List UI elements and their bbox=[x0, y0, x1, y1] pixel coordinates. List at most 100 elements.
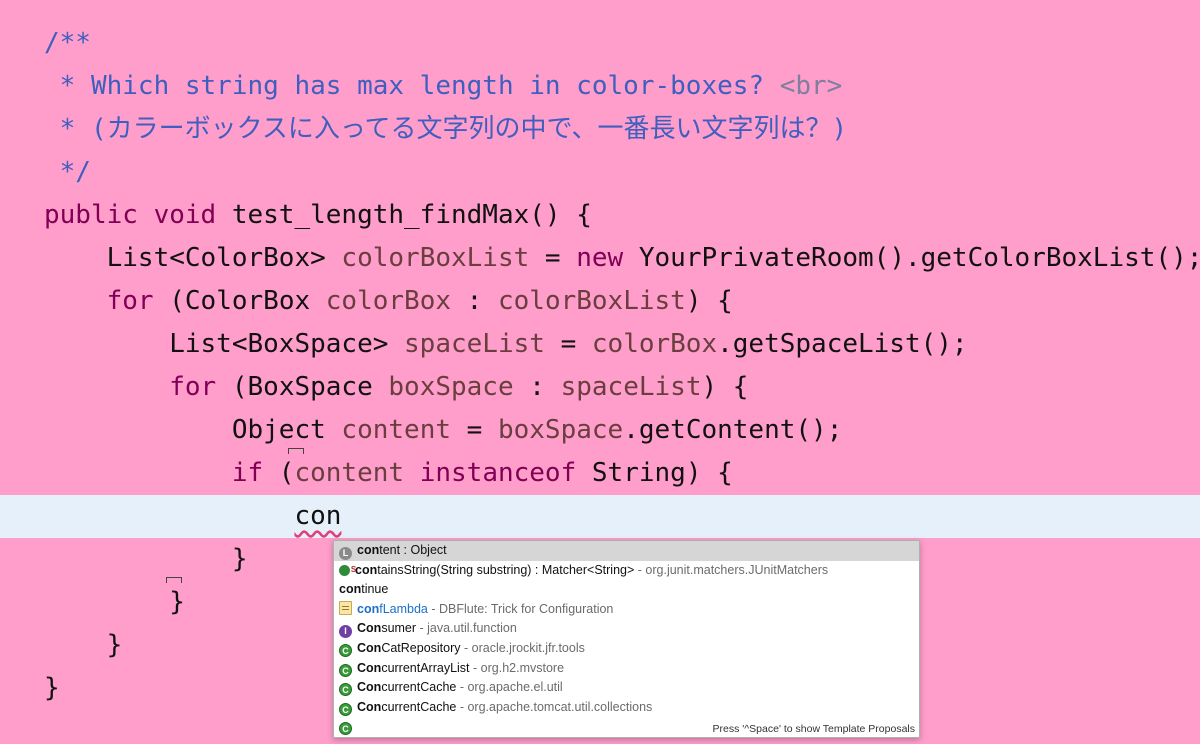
code-token: /** bbox=[44, 28, 91, 58]
proposal-item[interactable]: C ConcurrentCache - org.apache.el.util bbox=[334, 678, 919, 698]
proposal-match: Con bbox=[357, 640, 382, 655]
code-line[interactable]: List<BoxSpace> spaceList = colorBox.getS… bbox=[0, 323, 1200, 366]
code-token: for bbox=[106, 286, 154, 316]
code-line[interactable]: List<ColorBox> colorBoxList = new YourPr… bbox=[0, 237, 1200, 280]
code-token: } bbox=[44, 544, 248, 574]
proposal-detail: - org.junit.matchers.JUnitMatchers bbox=[634, 562, 829, 577]
code-token: for bbox=[169, 372, 217, 402]
code-line[interactable]: for (ColorBox colorBox : colorBoxList) { bbox=[0, 280, 1200, 323]
code-line-current[interactable]: con bbox=[0, 495, 1200, 538]
proposal-match: Con bbox=[357, 660, 382, 675]
code-line[interactable]: */ bbox=[0, 151, 1200, 194]
proposal-detail: - oracle.jrockit.jfr.tools bbox=[460, 640, 585, 655]
proposal-rest: tinue bbox=[361, 582, 389, 597]
proposal-item[interactable]: Lcontent : Object bbox=[334, 541, 919, 561]
code-token: content bbox=[341, 415, 451, 445]
proposal-rest: sumer bbox=[381, 621, 417, 636]
proposal-item[interactable]: C ConcurrentArrayList - org.h2.mvstore bbox=[334, 659, 919, 679]
proposal-rest: tainsString(String substring) : Matcher<… bbox=[377, 562, 635, 577]
local-variable-icon: L bbox=[339, 547, 352, 560]
code-token: (BoxSpace bbox=[216, 372, 389, 402]
proposal-rest: currentCache bbox=[381, 699, 457, 714]
code-line[interactable]: if (content instanceof String) { bbox=[0, 452, 1200, 495]
code-token: <br> bbox=[779, 71, 843, 101]
code-token: = bbox=[544, 329, 592, 359]
proposal-match: Con bbox=[357, 621, 382, 636]
code-token: } bbox=[44, 587, 185, 617]
proposal-item[interactable]: C ConCatRepository - oracle.jrockit.jfr.t… bbox=[334, 639, 919, 659]
code-token: colorBoxList bbox=[341, 243, 530, 273]
code-line[interactable]: Object content = boxSpace.getContent(); bbox=[0, 409, 1200, 452]
code-token: spaceList bbox=[404, 329, 545, 359]
proposal-rest: tent : Object bbox=[379, 543, 447, 557]
code-token: List<BoxSpace> bbox=[44, 329, 405, 359]
proposal-detail: - org.h2.mvstore bbox=[469, 660, 565, 675]
proposal-name: containsString(String substring) : Match… bbox=[355, 563, 634, 577]
class-icon: C bbox=[339, 702, 352, 716]
bracket-match-marker bbox=[166, 577, 182, 583]
code-token: */ bbox=[44, 157, 91, 187]
proposal-detail: - org.apache.tomcat.util.collections bbox=[456, 699, 653, 714]
proposal-match: Con bbox=[357, 680, 382, 695]
proposal-name: ConcurrentCache bbox=[357, 680, 456, 694]
proposal-name: continue bbox=[339, 582, 388, 596]
class-icon: C bbox=[339, 663, 352, 677]
typed-text: con bbox=[294, 501, 342, 531]
proposal-list[interactable]: Lcontent : Object ScontainsString(String … bbox=[334, 541, 919, 737]
code-token: content bbox=[294, 458, 405, 488]
bracket-match-marker bbox=[288, 448, 304, 454]
content-assist-popup[interactable]: Lcontent : Object ScontainsString(String … bbox=[333, 540, 920, 738]
code-token: public void bbox=[44, 200, 232, 230]
code-line[interactable]: for (BoxSpace boxSpace : spaceList) { bbox=[0, 366, 1200, 409]
proposal-name: confLambda bbox=[357, 602, 428, 616]
code-token: * Which string has max length in color-b… bbox=[44, 71, 780, 101]
proposal-rest: currentArrayList bbox=[381, 660, 470, 675]
proposal-detail: - java.util.function bbox=[416, 621, 517, 636]
code-token: : bbox=[513, 372, 561, 402]
proposal-name: ConcurrentArrayList bbox=[357, 661, 470, 675]
proposal-item[interactable]: ScontainsString(String substring) : Matc… bbox=[334, 561, 919, 581]
proposal-detail: - org.apache.el.util bbox=[456, 680, 563, 695]
code-token: boxSpace bbox=[497, 415, 624, 445]
proposal-detail: - DBFlute: Trick for Configuration bbox=[427, 601, 614, 616]
interface-icon: I bbox=[339, 625, 352, 639]
proposal-match: con bbox=[357, 543, 380, 557]
code-token: * (カラーボックスに入ってる文字列の中で、一番長い文字列は？) bbox=[44, 114, 848, 144]
code-line[interactable]: public void test_length_findMax() { bbox=[0, 194, 1200, 237]
code-line[interactable]: * Which string has max length in color-b… bbox=[0, 65, 1200, 108]
proposal-item[interactable]: I Consumer - java.util.function bbox=[334, 619, 919, 639]
code-token: instanceof bbox=[419, 458, 577, 488]
code-token: spaceList bbox=[560, 372, 702, 402]
class-icon: C bbox=[339, 722, 352, 736]
code-token: (ColorBox bbox=[153, 286, 326, 316]
code-token: ) { bbox=[701, 372, 749, 402]
proposal-item[interactable]: confLambda - DBFlute: Trick for Configur… bbox=[334, 600, 919, 620]
code-token: } bbox=[44, 630, 123, 660]
proposal-rest: CatRepository bbox=[381, 640, 461, 655]
code-token: if bbox=[231, 458, 264, 488]
static-method-icon: S bbox=[339, 564, 356, 576]
proposal-name: ConcurrentCache bbox=[357, 700, 456, 714]
proposal-match: con bbox=[357, 601, 380, 616]
proposal-name: Consumer bbox=[357, 621, 416, 635]
proposal-item[interactable]: continue bbox=[334, 580, 919, 600]
class-icon: C bbox=[339, 683, 352, 697]
code-token: .getContent(); bbox=[623, 415, 843, 445]
template-icon bbox=[339, 600, 352, 615]
proposal-item[interactable]: C ConcurrentCache - org.apache.tomcat.uti… bbox=[334, 698, 919, 718]
class-icon: C bbox=[339, 643, 352, 657]
template-proposals-hint: Press '^Space' to show Template Proposal… bbox=[712, 723, 915, 735]
code-line[interactable]: /** bbox=[0, 22, 1200, 65]
code-token: List<ColorBox> bbox=[44, 243, 342, 273]
proposal-name: content : Object bbox=[357, 543, 447, 557]
code-line[interactable]: * (カラーボックスに入ってる文字列の中で、一番長い文字列は？) bbox=[0, 108, 1200, 151]
code-token: = bbox=[529, 243, 577, 273]
code-token: ) { bbox=[685, 286, 733, 316]
proposal-name: ConCatRepository bbox=[357, 641, 461, 655]
code-token: ( bbox=[263, 458, 295, 488]
